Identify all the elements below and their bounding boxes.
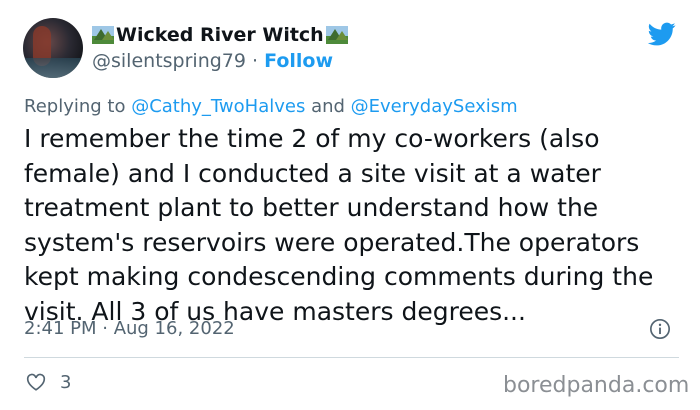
author-handle-row: @silentspring79 · Follow bbox=[92, 50, 333, 72]
like-action[interactable]: 3 bbox=[24, 371, 71, 393]
twitter-bird-icon[interactable] bbox=[646, 20, 678, 48]
mention-link[interactable]: @Cathy_TwoHalves bbox=[131, 96, 305, 117]
watermark: boredpanda.com bbox=[503, 373, 690, 398]
national-park-icon bbox=[92, 26, 114, 44]
tweet-text: I remember the time 2 of my co-workers (… bbox=[24, 124, 654, 326]
heart-icon[interactable] bbox=[24, 371, 48, 393]
avatar-background bbox=[23, 58, 83, 78]
author-display-name[interactable]: Wicked River Witch bbox=[116, 24, 324, 46]
info-icon[interactable] bbox=[649, 318, 671, 340]
handle-separator: · bbox=[252, 50, 259, 72]
reply-context: Replying to @Cathy_TwoHalves and @Everyd… bbox=[24, 96, 518, 117]
national-park-icon bbox=[325, 26, 348, 44]
avatar[interactable] bbox=[23, 18, 83, 78]
reply-conjunction: and bbox=[305, 96, 351, 117]
author-name-row[interactable]: Wicked River Witch bbox=[92, 24, 348, 46]
reply-prefix: Replying to bbox=[24, 96, 132, 117]
divider bbox=[24, 357, 679, 358]
like-count: 3 bbox=[60, 371, 72, 393]
author-handle[interactable]: @silentspring79 bbox=[92, 50, 246, 72]
follow-button[interactable]: Follow bbox=[264, 50, 333, 72]
mention-link[interactable]: @EverydaySexism bbox=[351, 96, 518, 117]
tweet-timestamp[interactable]: 2:41 PM · Aug 16, 2022 bbox=[24, 318, 235, 339]
